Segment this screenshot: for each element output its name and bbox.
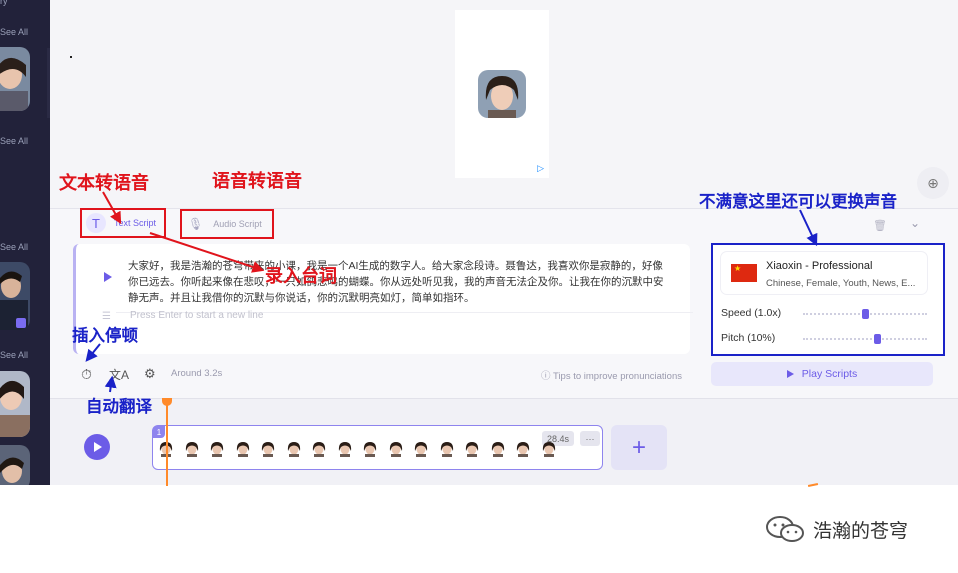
clip-frame-thumbnail: [414, 442, 428, 457]
clip-frame-thumbnail: [389, 442, 402, 457]
ad-choices-icon: ▷: [537, 163, 544, 173]
new-line-placeholder[interactable]: Press Enter to start a new line: [130, 310, 263, 321]
speed-slider[interactable]: [803, 309, 927, 319]
clip-more-button[interactable]: ···: [580, 431, 600, 446]
voice-selector[interactable]: ★ Xiaoxin - Professional Chinese, Female…: [721, 252, 927, 294]
voice-name: Xiaoxin - Professional: [766, 260, 873, 272]
video-preview[interactable]: ▷: [455, 10, 549, 178]
speed-slider-handle[interactable]: [862, 309, 869, 319]
clip-frame-thumbnail: [465, 442, 479, 457]
clip-frame-thumbnail: [516, 442, 530, 457]
duration-estimate: Around 3.2s: [171, 368, 223, 379]
clip-frame-thumbnail: [491, 442, 504, 457]
pitch-label: Pitch (10%): [721, 332, 776, 344]
pitch-slider[interactable]: [803, 334, 927, 344]
voice-settings-panel: ★ Xiaoxin - Professional Chinese, Female…: [711, 243, 945, 356]
timeline-play-button[interactable]: [84, 434, 110, 460]
clip-frame-thumbnail: [236, 442, 249, 457]
microphone-icon: 🎙: [188, 217, 204, 231]
tips-label: Tips to improve pronunciations: [552, 371, 682, 382]
annotation-text-to-speech: 文本转语音: [59, 173, 149, 194]
play-scripts-label: Play Scripts: [801, 368, 858, 380]
tab-label: Text Script: [114, 218, 157, 228]
clip-frame-thumbnail: [312, 442, 326, 457]
tab-text-script[interactable]: T Text Script: [80, 208, 166, 238]
avatar-thumbnail[interactable]: [0, 445, 30, 485]
sidebar-category-label: ry: [0, 0, 8, 6]
avatar-thumbnail[interactable]: [0, 47, 30, 111]
annotation-enter-lines: 录入台词: [265, 266, 337, 287]
see-all-link[interactable]: See All: [0, 136, 28, 146]
speed-label: Speed (1.0x): [721, 307, 782, 319]
watermark-text: 浩瀚的苍穹: [813, 520, 909, 542]
see-all-link[interactable]: See All: [0, 242, 28, 252]
clip-frame-thumbnail: [363, 442, 377, 457]
canvas-dot: [70, 56, 72, 58]
play-line-icon[interactable]: [104, 272, 112, 282]
add-clip-button[interactable]: +: [611, 425, 667, 470]
insert-pause-clock-icon[interactable]: ⏱: [81, 366, 92, 383]
playhead[interactable]: [166, 398, 168, 486]
pitch-slider-handle[interactable]: [874, 334, 882, 344]
script-text[interactable]: 大家好，我是浩瀚的苍穹带来的小课，我是一个AI生成的数字人。给大家念段诗。聂鲁达…: [128, 258, 668, 306]
china-flag-icon: ★: [731, 264, 757, 282]
clip-frame-thumbnail: [185, 442, 198, 457]
clip-frame-thumbnail: [287, 442, 300, 457]
clip-frame-thumbnail: [338, 442, 351, 457]
clip-number: 1: [153, 426, 165, 438]
annotation-insert-pause: 插入停顿: [72, 326, 138, 345]
trash-icon[interactable]: 🗑: [873, 219, 887, 232]
see-all-link[interactable]: See All: [0, 350, 28, 360]
timeline-clip[interactable]: 1 28.4s ···: [152, 425, 603, 470]
watermark: 浩瀚的苍穹: [765, 515, 908, 543]
tab-audio-script[interactable]: 🎙 Audio Script: [180, 209, 274, 239]
zoom-button[interactable]: ⊕: [917, 167, 949, 199]
new-line-icon: ☰: [102, 311, 111, 322]
avatar-thumbnail[interactable]: [0, 371, 30, 437]
avatar-thumbnail[interactable]: [0, 262, 30, 330]
annotation-change-voice: 不满意这里还可以更换声音: [699, 192, 897, 211]
script-textarea[interactable]: 大家好，我是浩瀚的苍穹带来的小课，我是一个AI生成的数字人。给大家念段诗。聂鲁达…: [73, 244, 693, 354]
clip-frame-thumbnail: [542, 442, 555, 457]
zoom-in-icon: ⊕: [927, 174, 939, 191]
timeline-marker: [807, 482, 819, 488]
clip-frame-thumbnail: [210, 442, 224, 457]
see-all-link[interactable]: See All: [0, 27, 28, 37]
clip-frame-thumbnail: [261, 442, 275, 457]
wechat-icon: [766, 516, 804, 542]
pronunciation-tips-link[interactable]: ⓘ Tips to improve pronunciations: [541, 368, 682, 382]
left-sidebar: ry See All See All See All See All: [0, 0, 50, 485]
ai-assist-icon[interactable]: ⚙: [144, 366, 156, 382]
tab-label: Audio Script: [213, 219, 262, 229]
annotation-auto-translate: 自动翻译: [86, 397, 152, 416]
text-icon: T: [86, 213, 106, 233]
voice-tags: Chinese, Female, Youth, News, E...: [766, 278, 916, 289]
play-icon: [786, 370, 794, 378]
play-scripts-button[interactable]: Play Scripts: [711, 362, 933, 386]
clip-frame-thumbnail: [440, 442, 453, 457]
translate-icon[interactable]: 文A: [109, 366, 129, 383]
annotation-speech-to-speech: 语音转语音: [212, 171, 302, 192]
chevron-down-icon[interactable]: ⌄: [910, 216, 920, 230]
avatar-thumbnail: [478, 70, 526, 118]
play-icon: [94, 442, 102, 452]
app-window: ry See All See All See All See All ‹ ▷ ⊕…: [0, 0, 958, 573]
